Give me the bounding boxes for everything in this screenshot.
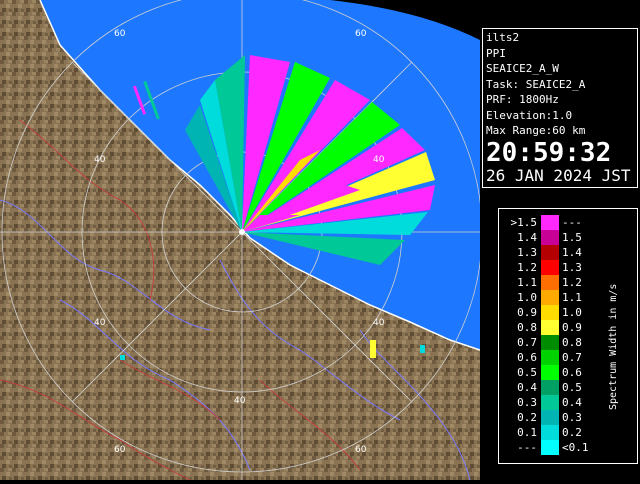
legend-high-value: 0.9 [562, 321, 582, 334]
scan-name: SEAICE2_A_W [486, 62, 559, 75]
scan-date: 26 JAN 2024 JST [486, 165, 631, 185]
legend-swatch [541, 410, 559, 425]
legend-low-value: 1.0 [517, 291, 537, 304]
legend-swatch [541, 395, 559, 410]
legend-swatch [541, 425, 559, 440]
legend-low-value: 0.6 [517, 351, 537, 364]
legend-row: 0.2 0.3 [499, 410, 639, 425]
legend-swatch [541, 260, 559, 275]
info-panel: ilts2 PPI SEAICE2_A_W Task: SEAICE2_A PR… [480, 0, 640, 480]
legend-low-value: 0.7 [517, 336, 537, 349]
radar-name: ilts2 [486, 31, 520, 44]
elevation-value: Elevation:1.0 [486, 108, 573, 122]
legend-high-value: 0.4 [562, 396, 582, 409]
legend-high-value: 0.7 [562, 351, 582, 364]
scan-mode: PPI [486, 46, 506, 60]
legend-swatch [541, 440, 559, 455]
range-label: 60 [355, 29, 367, 39]
legend-title: Spectrum Width in m/s [608, 283, 619, 410]
legend-row: --- <0.1 [499, 440, 639, 455]
scan-info-box: ilts2 PPI SEAICE2_A_W Task: SEAICE2_A PR… [482, 28, 638, 188]
legend-low-value: 0.2 [517, 411, 537, 424]
legend-high-value: 0.6 [562, 366, 582, 379]
legend-low-value: 0.5 [517, 366, 537, 379]
legend-high-value: <0.1 [562, 441, 589, 454]
legend-swatch [541, 365, 559, 380]
range-label: 40 [94, 318, 106, 328]
legend-high-value: 1.0 [562, 306, 582, 319]
range-label: 40 [373, 318, 385, 328]
legend-low-value: 1.4 [517, 231, 537, 244]
legend-low-value: --- [517, 441, 537, 454]
range-label: 40 [234, 396, 246, 406]
legend-swatch [541, 305, 559, 320]
scan-time: 20:59:32 [486, 137, 612, 168]
legend-high-value: 0.3 [562, 411, 582, 424]
range-label: 60 [355, 445, 367, 455]
range-label: 40 [373, 155, 385, 165]
legend-row: >1.5 --- [499, 215, 639, 230]
legend-high-value: 0.8 [562, 336, 582, 349]
legend-swatch [541, 380, 559, 395]
legend-swatch [541, 245, 559, 260]
range-label: 60 [114, 445, 126, 455]
task-name: Task: SEAICE2_A [486, 77, 586, 91]
legend-swatch [541, 335, 559, 350]
range-label: 60 [114, 29, 126, 39]
legend-high-value: 1.5 [562, 231, 582, 244]
legend-low-value: 1.3 [517, 246, 537, 259]
legend-low-value: 0.9 [517, 306, 537, 319]
legend-low-value: 1.1 [517, 276, 537, 289]
legend-low-value: 0.3 [517, 396, 537, 409]
radar-map-svg: 60 60 40 40 40 40 40 60 60 [0, 0, 483, 481]
max-range-value: Max Range:60 km [486, 124, 586, 137]
legend-swatch [541, 215, 559, 230]
legend-high-value: 0.5 [562, 381, 582, 394]
legend-low-value: 0.4 [517, 381, 537, 394]
legend-row: 0.1 0.2 [499, 425, 639, 440]
legend-high-value: 0.2 [562, 426, 582, 439]
legend-swatch [541, 230, 559, 245]
legend-high-value: --- [562, 216, 582, 229]
range-label: 40 [94, 155, 106, 165]
legend-row: 1.3 1.4 [499, 245, 639, 260]
legend-low-value: 0.1 [517, 426, 537, 439]
legend-swatch [541, 275, 559, 290]
prf-value: PRF: 1800Hz [486, 93, 559, 106]
legend-high-value: 1.2 [562, 276, 582, 289]
legend-row: 1.4 1.5 [499, 230, 639, 245]
legend-low-value: 0.8 [517, 321, 537, 334]
legend-high-value: 1.4 [562, 246, 582, 259]
legend-high-value: 1.1 [562, 291, 582, 304]
legend-low-value: 1.2 [517, 261, 537, 274]
legend-high-value: 1.3 [562, 261, 582, 274]
legend-low-value: >1.5 [510, 216, 538, 229]
legend-swatch [541, 290, 559, 305]
legend-swatch [541, 350, 559, 365]
radar-map[interactable]: 60 60 40 40 40 40 40 60 60 [0, 0, 483, 481]
radar-site-marker [239, 229, 245, 235]
legend-swatch [541, 320, 559, 335]
legend-row: 1.2 1.3 [499, 260, 639, 275]
